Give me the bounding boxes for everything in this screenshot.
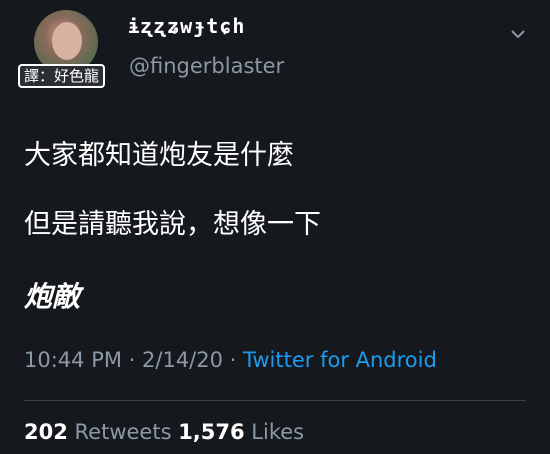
avatar-face bbox=[52, 22, 82, 60]
tweet-line-1: 大家都知道炮友是什麼 bbox=[24, 140, 294, 171]
tweet-stats: 202 Retweets 1,576 Likes bbox=[24, 420, 304, 444]
tweet-meta: 10:44 PM · 2/14/20 · Twitter for Android bbox=[24, 348, 437, 372]
display-name[interactable]: ɨʐʐʑwɟtɕh bbox=[128, 14, 245, 38]
handle[interactable]: @fingerblaster bbox=[129, 54, 284, 78]
translator-tag: 譯：好色龍 bbox=[18, 64, 106, 88]
tweet-source[interactable]: Twitter for Android bbox=[243, 348, 437, 372]
tweet-line-2: 但是請聽我說，想像一下 bbox=[24, 209, 321, 240]
retweets-label[interactable]: Retweets bbox=[68, 420, 178, 444]
likes-count[interactable]: 1,576 bbox=[178, 420, 244, 444]
meta-separator: · bbox=[121, 348, 143, 372]
tweet-date[interactable]: 2/14/20 bbox=[142, 348, 223, 372]
tweet-line-3: 炮敵 bbox=[24, 280, 81, 313]
retweets-count[interactable]: 202 bbox=[24, 420, 68, 444]
divider bbox=[24, 400, 526, 401]
tweet-time[interactable]: 10:44 PM bbox=[24, 348, 122, 372]
likes-label[interactable]: Likes bbox=[245, 420, 304, 444]
meta-separator: · bbox=[222, 348, 244, 372]
chevron-down-icon[interactable] bbox=[510, 28, 526, 40]
